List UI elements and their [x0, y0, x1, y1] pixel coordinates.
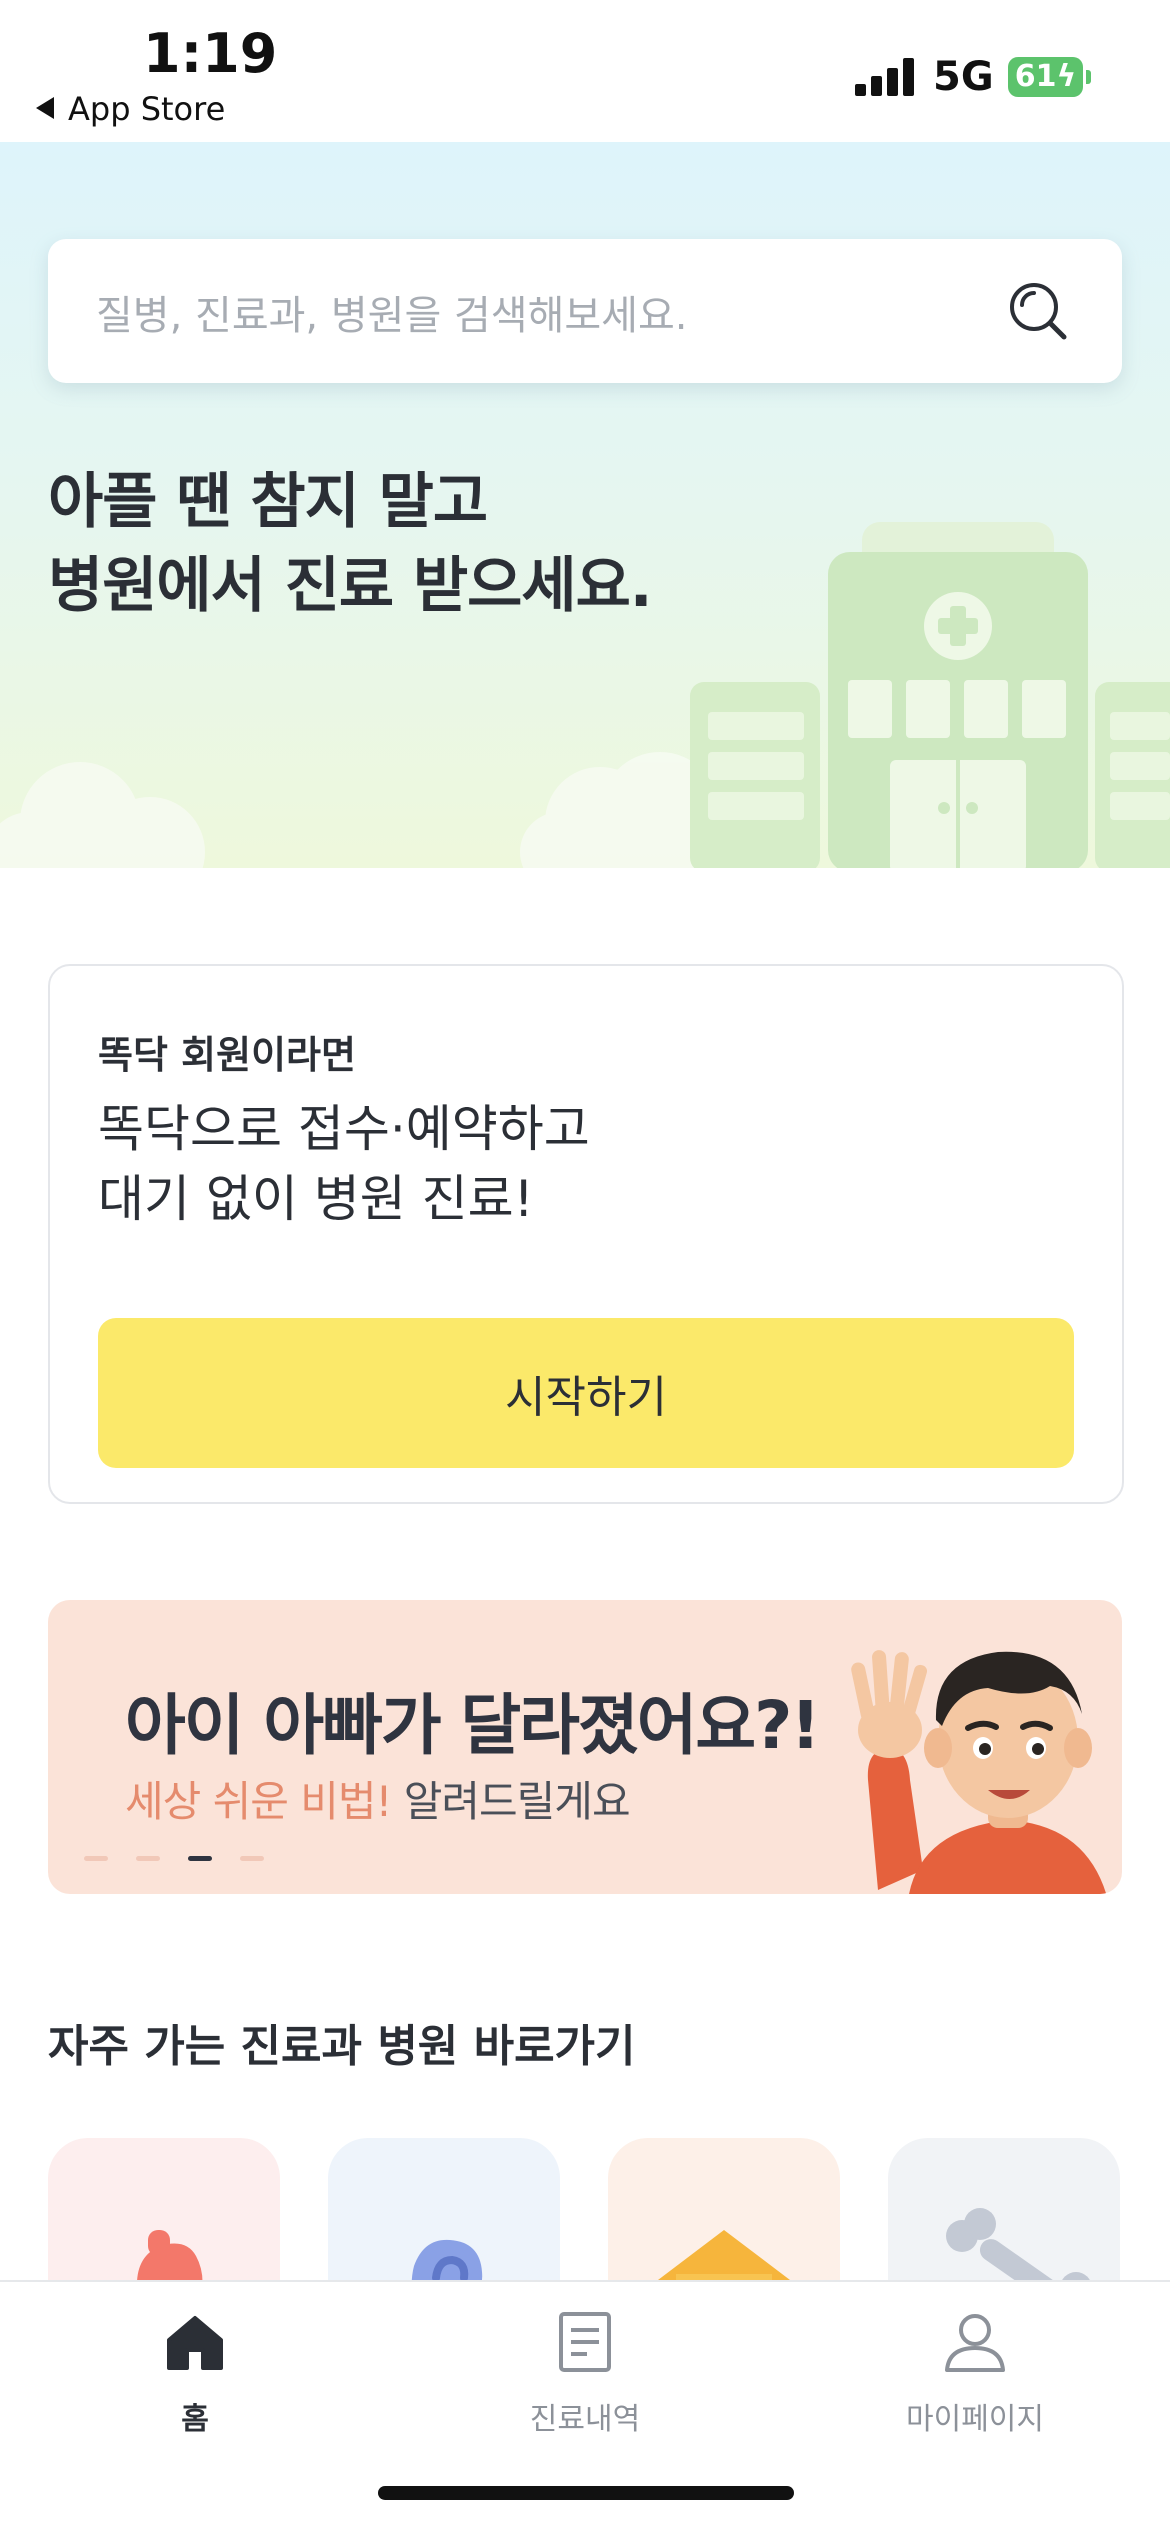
cellular-signal-icon: [855, 58, 915, 96]
network-type: 5G: [933, 54, 994, 100]
back-app-label: App Store: [68, 90, 226, 128]
page-dot-active: [188, 1856, 212, 1861]
hero-title: 아플 땐 참지 말고 병원에서 진료 받으세요.: [48, 460, 653, 628]
shortcuts-section-title: 자주 가는 진료과 병원 바로가기: [48, 2021, 636, 2072]
home-indicator: [378, 2486, 794, 2500]
tab-medical-history[interactable]: 진료내역: [390, 2310, 780, 2470]
status-bar: 1:19 App Store 5G 61ϟ: [0, 0, 1170, 142]
page-dot: [240, 1856, 264, 1861]
promo-banner[interactable]: 아이 아빠가 달라졌어요?! 세상 쉬운 비법! 알려드릴게요: [48, 1600, 1122, 1894]
banner-subtitle-rest: 알려드릴게요: [391, 1777, 631, 1826]
battery-icon: 61ϟ: [1008, 57, 1083, 97]
member-card-subtitle: 똑닥 회원이라면: [98, 1033, 356, 1077]
tab-home[interactable]: 홈: [0, 2310, 390, 2470]
charging-bolt-icon: ϟ: [1056, 59, 1077, 94]
hero-title-text: 아플 땐 참지 말고 병원에서 진료 받으세요.: [48, 467, 653, 621]
start-button[interactable]: 시작하기: [98, 1318, 1074, 1468]
battery-cap: [1086, 70, 1091, 84]
search-icon[interactable]: [1006, 279, 1070, 343]
search-input[interactable]: 질병, 진료과, 병원을 검색해보세요.: [96, 283, 688, 341]
person-icon: [945, 2314, 1005, 2372]
banner-subtitle: 세상 쉬운 비법! 알려드릴게요: [125, 1768, 631, 1829]
home-icon: [167, 2316, 223, 2370]
hero-section: 질병, 진료과, 병원을 검색해보세요. 아플 땐 참지 말고 병원에서 진료 …: [0, 142, 1170, 868]
page-dot: [84, 1856, 108, 1861]
back-to-app-store-link[interactable]: App Store: [36, 90, 225, 128]
tab-my-page[interactable]: 마이페이지: [780, 2310, 1170, 2470]
search-bar[interactable]: 질병, 진료과, 병원을 검색해보세요.: [48, 239, 1122, 383]
battery-level: 61: [1014, 59, 1057, 94]
status-time: 1:19: [143, 22, 278, 85]
back-arrow-icon: [36, 97, 54, 119]
banner-title: 아이 아빠가 달라졌어요?!: [125, 1687, 821, 1764]
page-dot: [136, 1856, 160, 1861]
tab-my-page-label: 마이페이지: [906, 2402, 1044, 2437]
banner-subtitle-accent: 세상 쉬운 비법!: [125, 1777, 392, 1826]
tab-medical-history-label: 진료내역: [529, 2402, 641, 2437]
tab-home-label: 홈: [181, 2402, 209, 2437]
waving-father-illustration: [851, 1650, 1107, 1894]
member-signup-card: 똑닥 회원이라면 똑닥으로 접수·예약하고 대기 없이 병원 진료! 시작하기: [48, 964, 1124, 1504]
banner-page-indicator: [84, 1846, 292, 1861]
document-icon: [559, 2312, 611, 2372]
member-card-body: 똑닥으로 접수·예약하고 대기 없이 병원 진료!: [98, 1100, 590, 1228]
